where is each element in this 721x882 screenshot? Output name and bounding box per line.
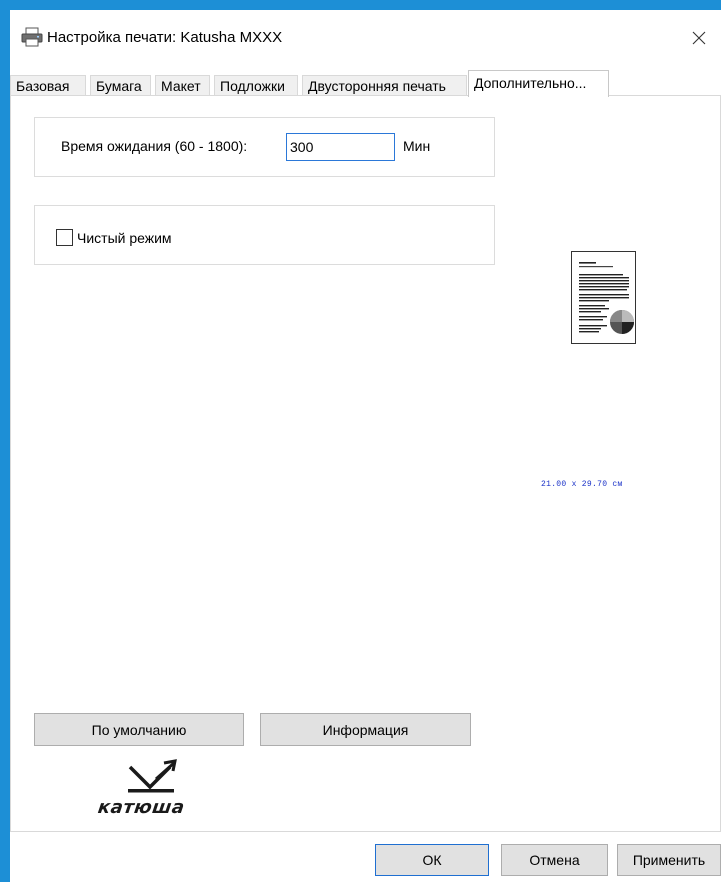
cancel-button[interactable]: Отмена — [501, 844, 608, 876]
advanced-tab-page: Время ожидания (60 - 1800): Мин Чистый р… — [10, 95, 721, 832]
timeout-label: Время ожидания (60 - 1800): — [61, 138, 248, 154]
paper-size-label: 21.00 x 29.70 см — [541, 480, 623, 489]
button-label: Отмена — [529, 852, 580, 868]
window-border-left — [0, 0, 10, 882]
tab-label: Подложки — [220, 78, 285, 94]
tab-label: Макет — [161, 78, 201, 94]
printer-icon — [21, 27, 43, 47]
page-preview — [571, 251, 636, 344]
clean-mode-label[interactable]: Чистый режим — [77, 230, 172, 246]
info-button[interactable]: Информация — [260, 713, 471, 746]
timeout-unit: Мин — [403, 138, 431, 154]
logo-text: катюша — [96, 797, 187, 818]
print-settings-dialog: Настройка печати: Katusha MXXX Базовая Б… — [10, 10, 721, 882]
button-label: По умолчанию — [91, 721, 187, 738]
button-label: Применить — [632, 852, 706, 868]
timeout-input[interactable] — [286, 133, 395, 161]
tab-label: Бумага — [96, 78, 142, 94]
tab-layout[interactable]: Макет — [155, 75, 210, 96]
clean-mode-group: Чистый режим — [34, 205, 495, 265]
tab-basic[interactable]: Базовая — [10, 75, 86, 96]
tab-duplex[interactable]: Двусторонняя печать — [302, 75, 467, 96]
button-label: Информация — [322, 721, 409, 738]
tab-paper[interactable]: Бумага — [90, 75, 151, 96]
defaults-button[interactable]: По умолчанию — [34, 713, 244, 746]
close-button[interactable] — [682, 24, 716, 52]
tab-watermarks[interactable]: Подложки — [214, 75, 298, 96]
button-label: ОК — [422, 852, 442, 868]
apply-button[interactable]: Применить — [617, 844, 721, 876]
timeout-group: Время ожидания (60 - 1800): Мин — [34, 117, 495, 177]
close-icon — [692, 31, 706, 45]
tab-label: Базовая — [16, 78, 70, 94]
title-bar[interactable]: Настройка печати: Katusha MXXX — [10, 10, 721, 64]
katusha-logo: катюша — [88, 757, 243, 831]
ok-button[interactable]: ОК — [375, 844, 489, 876]
tab-strip: Базовая Бумага Макет Подложки Двусторонн… — [10, 70, 721, 97]
tab-label: Двусторонняя печать — [308, 78, 446, 94]
window-title: Настройка печати: Katusha MXXX — [47, 29, 283, 46]
tab-label: Дополнительно... — [474, 75, 587, 91]
tab-advanced[interactable]: Дополнительно... — [468, 70, 609, 97]
window-border-top — [10, 0, 721, 10]
clean-mode-checkbox[interactable] — [56, 229, 73, 246]
